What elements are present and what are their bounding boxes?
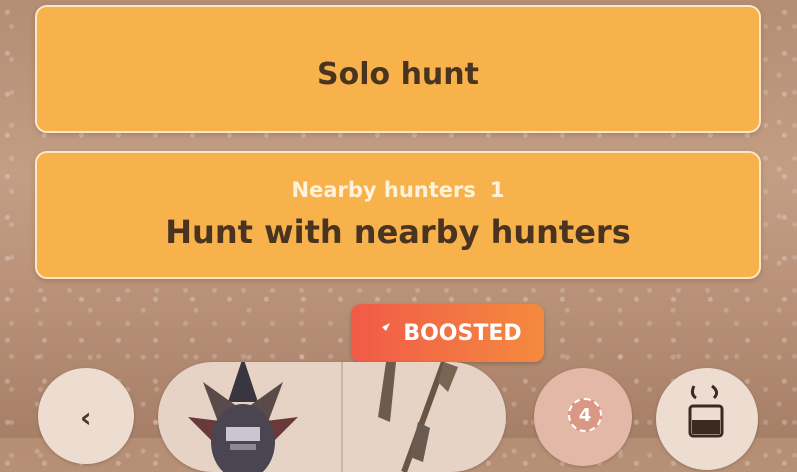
potion-bag-icon (688, 384, 724, 438)
party-size-icon: 4 (568, 398, 602, 432)
item-pouch-button[interactable] (656, 368, 758, 470)
nearby-hunters-count: 1 (489, 178, 505, 202)
solo-hunt-button[interactable]: Solo hunt (35, 5, 761, 133)
boost-arrow-icon (373, 320, 393, 346)
boosted-badge: BOOSTED (351, 304, 544, 372)
party-button[interactable]: 4 (534, 368, 632, 466)
back-button[interactable]: ‹ (38, 368, 134, 464)
bow-weapon-icon (378, 362, 458, 472)
hunt-nearby-label: Hunt with nearby hunters (165, 213, 631, 251)
hunt-nearby-button[interactable]: Nearby hunters 1 Hunt with nearby hunters (35, 151, 761, 279)
boosted-label: BOOSTED (403, 320, 522, 346)
selector-divider (341, 362, 343, 472)
nearby-hunters-line: Nearby hunters 1 (37, 178, 759, 202)
solo-hunt-label: Solo hunt (317, 57, 479, 92)
nearby-hunters-label: Nearby hunters (291, 178, 476, 202)
chevron-left-icon: ‹ (80, 401, 92, 434)
equipment-selector[interactable] (158, 362, 506, 472)
